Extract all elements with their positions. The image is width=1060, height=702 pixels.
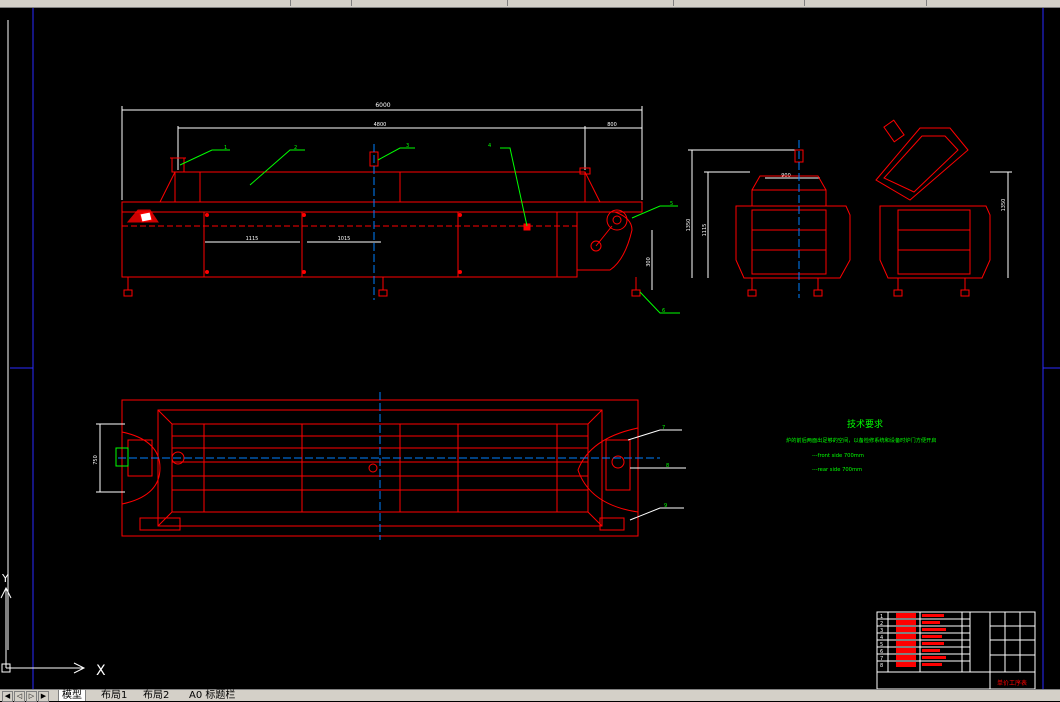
- balloon-5: 5: [670, 201, 673, 207]
- tb-row-2: 2: [880, 621, 883, 627]
- dim-overall-text: 6000: [375, 102, 390, 109]
- dim-side-h1: 1115: [702, 224, 708, 237]
- tech-line-3: ---rear side 700mm: [812, 467, 862, 473]
- dim-right-small-text: 300: [646, 257, 652, 267]
- toolbar-cell[interactable]: [291, 0, 352, 6]
- tab-layout2[interactable]: 布局2: [140, 690, 172, 701]
- next-tab-button[interactable]: ▷: [26, 691, 37, 702]
- dim-plan-left: 750: [93, 455, 99, 465]
- tech-line-1: 炉的前后两面出足够的空间，以备检修系统和设备时炉门方便开启: [786, 436, 936, 444]
- last-tab-button[interactable]: ▶: [38, 691, 49, 702]
- toolbar-cell[interactable]: [0, 0, 291, 6]
- prev-tab-button[interactable]: ◁: [14, 691, 25, 702]
- title-block-label: 单价工序表: [997, 679, 1027, 687]
- tech-line-2: ---front side 700mm: [812, 453, 864, 459]
- dim-inner-text: 4800: [374, 122, 387, 128]
- tb-row-1: 1: [880, 614, 883, 620]
- balloon-4: 4: [488, 143, 491, 149]
- balloon-9: 9: [664, 503, 667, 509]
- first-tab-button[interactable]: ◀: [2, 691, 13, 702]
- tab-model[interactable]: 模型: [58, 690, 86, 701]
- dim-mid2-text: 1015: [338, 236, 351, 242]
- layout-tab-bar: ◀ ◁ ▷ ▶ 模型 布局1 布局2 A0 标题栏: [0, 689, 1060, 702]
- tb-row-5: 5: [880, 642, 883, 648]
- tb-row-8: 8: [880, 663, 883, 669]
- toolbar-cell[interactable]: [674, 0, 805, 6]
- toolbar-cell[interactable]: [508, 0, 674, 6]
- tb-row-7: 7: [880, 656, 883, 662]
- balloon-2: 2: [294, 145, 297, 151]
- dim-end-h: 1350: [1001, 199, 1007, 212]
- dim-mid1-text: 1115: [246, 236, 259, 242]
- balloon-6: 6: [662, 308, 665, 314]
- toolbar-cell[interactable]: [352, 0, 508, 6]
- dim-side-h2: 1350: [686, 219, 692, 232]
- tab-layout3[interactable]: A0 标题栏: [186, 690, 238, 701]
- tb-row-3: 3: [880, 628, 883, 634]
- tab-layout1[interactable]: 布局1: [98, 690, 130, 701]
- toolbar-cell[interactable]: [806, 0, 927, 6]
- top-toolbar-strip: [0, 0, 1060, 8]
- drawing-canvas[interactable]: 6000 4800 800 1115 1015 300 1 2 3 4 5 6 …: [0, 8, 1060, 689]
- dim-right-text: 800: [607, 122, 617, 128]
- balloon-7: 7: [662, 425, 665, 431]
- balloon-8: 8: [666, 463, 669, 469]
- tb-row-4: 4: [880, 635, 883, 641]
- balloon-1: 1: [224, 145, 227, 151]
- tb-row-6: 6: [880, 649, 883, 655]
- balloon-3: 3: [406, 143, 409, 149]
- tech-title: 技术要求: [847, 418, 883, 430]
- ucs-x-label: X: [96, 663, 106, 679]
- ucs-y-label: Y: [1, 572, 9, 585]
